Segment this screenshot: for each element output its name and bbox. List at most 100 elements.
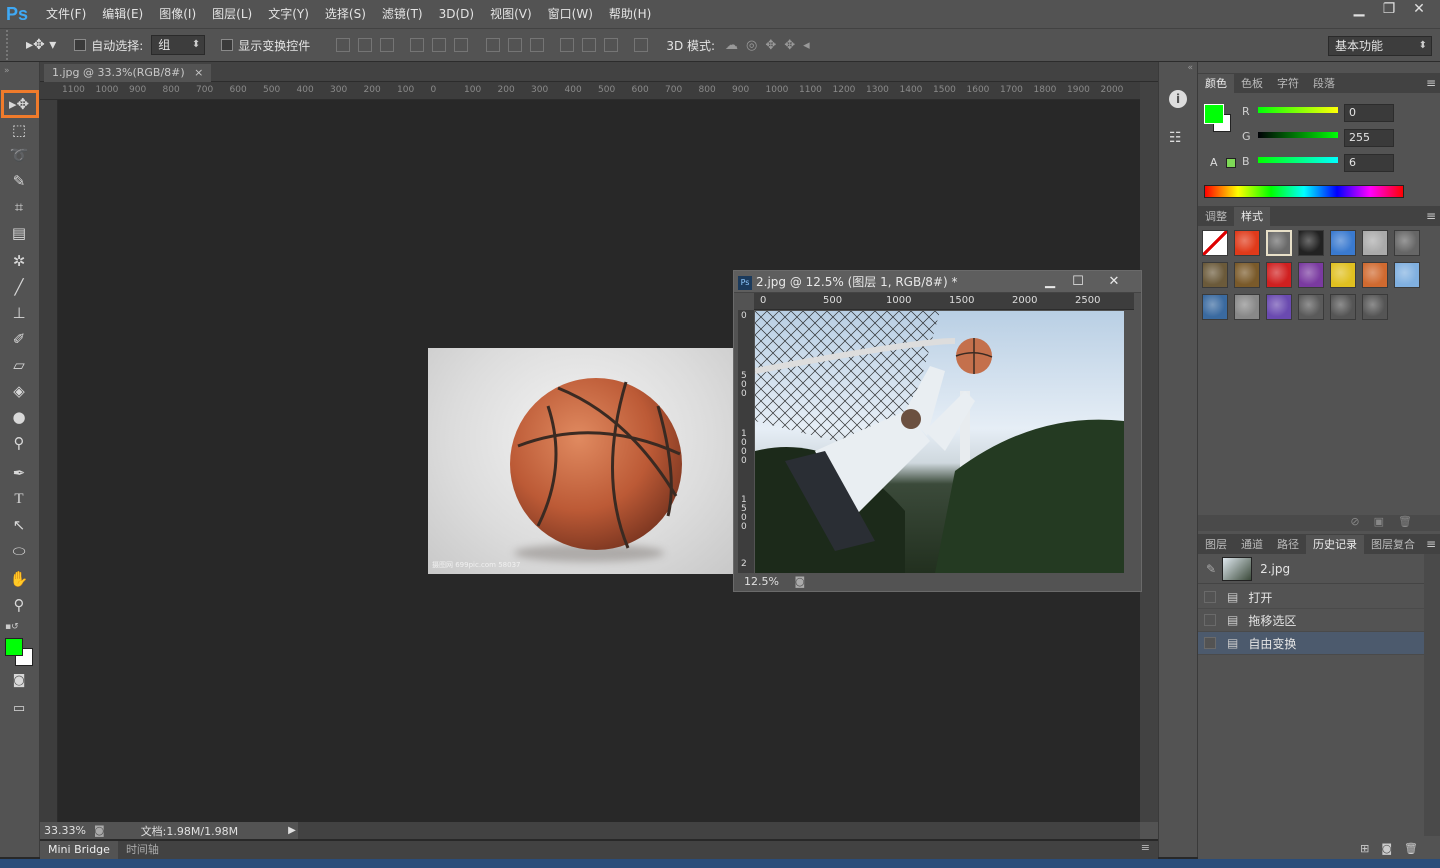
menu-item-2[interactable]: 图像(I) xyxy=(151,0,204,28)
distribute-top-icon[interactable] xyxy=(486,38,501,52)
color-spectrum-bar[interactable] xyxy=(1204,185,1404,198)
lasso-tool-icon[interactable]: ➰ xyxy=(6,144,32,166)
foreground-color-swatch[interactable] xyxy=(5,638,23,656)
distribute-bottom-icon[interactable] xyxy=(530,38,545,52)
move-tool-preset-icon[interactable]: ▸✥ ▾ xyxy=(26,37,56,53)
status-info-icon[interactable]: ◙ xyxy=(94,824,105,837)
doc2-close-button[interactable]: ✕ xyxy=(1101,273,1127,290)
menu-item-9[interactable]: 窗口(W) xyxy=(540,0,601,28)
quick-mask-icon[interactable]: ◙ xyxy=(6,670,32,692)
tab-color[interactable]: 颜色 xyxy=(1198,74,1234,93)
align-left-icon[interactable] xyxy=(410,38,425,52)
menu-item-0[interactable]: 文件(F) xyxy=(38,0,94,28)
crop-tool-icon[interactable]: ⌗ xyxy=(6,196,32,218)
show-transform-checkbox[interactable] xyxy=(221,39,234,51)
panel-fg-swatch[interactable] xyxy=(1204,104,1224,124)
screen-mode-icon[interactable]: ▭ xyxy=(6,698,32,720)
tab-channels[interactable]: 通道 xyxy=(1234,535,1270,554)
close-tab-icon[interactable]: × xyxy=(194,66,203,79)
style-swatch[interactable] xyxy=(1394,262,1420,288)
style-swatch[interactable] xyxy=(1394,230,1420,256)
distribute-vcenter-icon[interactable] xyxy=(508,38,523,52)
tab-adjustments[interactable]: 调整 xyxy=(1198,207,1234,226)
style-swatch[interactable] xyxy=(1362,294,1388,320)
vertical-scrollbar[interactable] xyxy=(1140,82,1158,822)
doc2-info-icon[interactable]: ◙ xyxy=(794,575,805,588)
style-swatch[interactable] xyxy=(1362,262,1388,288)
history-scrollbar[interactable] xyxy=(1424,554,1440,836)
style-swatch[interactable] xyxy=(1202,262,1228,288)
3d-mode-icons[interactable]: ☁◎✥✥◂ xyxy=(725,38,818,53)
style-swatch[interactable] xyxy=(1362,230,1388,256)
restore-button[interactable]: ❐ xyxy=(1374,0,1404,18)
bottom-panel-menu-icon[interactable]: ≡ xyxy=(1141,841,1150,854)
shape-tool-icon[interactable]: ⬭ xyxy=(6,540,32,562)
color-panel-menu-icon[interactable]: ≡ xyxy=(1426,74,1436,93)
auto-select-dropdown[interactable]: 组 xyxy=(151,35,206,55)
doc-tab-1[interactable]: 1.jpg @ 33.3%(RGB/8#) × xyxy=(44,64,212,82)
r-slider[interactable] xyxy=(1258,107,1338,113)
type-tool-icon[interactable]: T xyxy=(6,488,32,510)
doc2-maximize-button[interactable]: ☐ xyxy=(1065,273,1091,290)
style-swatch[interactable] xyxy=(1330,230,1356,256)
properties-panel-icon[interactable]: ☷ xyxy=(1169,130,1182,146)
styles-panel-menu-icon[interactable]: ≡ xyxy=(1426,207,1436,226)
history-snapshot-row[interactable]: ✎ 2.jpg xyxy=(1198,554,1424,584)
menu-item-4[interactable]: 文字(Y) xyxy=(260,0,317,28)
info-panel-icon[interactable]: i xyxy=(1169,90,1187,108)
auto-select-checkbox[interactable] xyxy=(74,39,87,51)
window-title-bar[interactable]: Ps 2.jpg @ 12.5% (图层 1, RGB/8#) * ▁ ☐ ✕ xyxy=(734,271,1141,293)
state-checkbox[interactable] xyxy=(1204,614,1216,626)
tab-history[interactable]: 历史记录 xyxy=(1306,535,1364,554)
tab-layer-comps[interactable]: 图层复合 xyxy=(1364,535,1422,554)
style-swatch[interactable] xyxy=(1266,262,1292,288)
menu-item-1[interactable]: 编辑(E) xyxy=(94,0,151,28)
tab-styles[interactable]: 样式 xyxy=(1234,207,1270,226)
history-brush-tool-icon[interactable]: ✐ xyxy=(6,328,32,350)
b-value[interactable]: 6 xyxy=(1344,154,1394,172)
history-state-open[interactable]: ▤ 打开 xyxy=(1198,586,1424,609)
distribute-left-icon[interactable] xyxy=(560,38,575,52)
style-swatch[interactable] xyxy=(1234,230,1260,256)
zoom-tool-icon[interactable]: ⚲ xyxy=(6,594,32,616)
brush-tool-icon[interactable]: ╱ xyxy=(6,276,32,298)
align-vcenter-icon[interactable] xyxy=(358,38,373,52)
style-swatch[interactable] xyxy=(1266,294,1292,320)
doc2-zoom-value[interactable]: 12.5% xyxy=(744,575,779,588)
style-swatch[interactable] xyxy=(1298,262,1324,288)
tab-paths[interactable]: 路径 xyxy=(1270,535,1306,554)
tab-swatches[interactable]: 色板 xyxy=(1234,74,1270,93)
style-swatch[interactable] xyxy=(1298,230,1324,256)
tab-mini-bridge[interactable]: Mini Bridge xyxy=(40,841,118,859)
path-select-tool-icon[interactable]: ↖ xyxy=(6,514,32,536)
style-swatch[interactable] xyxy=(1234,262,1260,288)
r-value[interactable]: 0 xyxy=(1344,104,1394,122)
style-swatch[interactable] xyxy=(1330,262,1356,288)
eraser-tool-icon[interactable]: ▱ xyxy=(6,354,32,376)
history-brush-icon[interactable]: ✎ xyxy=(1206,562,1216,576)
align-top-icon[interactable] xyxy=(336,38,351,52)
history-panel-menu-icon[interactable]: ≡ xyxy=(1426,535,1436,554)
menu-item-6[interactable]: 滤镜(T) xyxy=(374,0,431,28)
tab-character[interactable]: 字符 xyxy=(1270,74,1306,93)
align-hcenter-icon[interactable] xyxy=(432,38,447,52)
menu-item-5[interactable]: 选择(S) xyxy=(317,0,374,28)
document-window-2[interactable]: Ps 2.jpg @ 12.5% (图层 1, RGB/8#) * ▁ ☐ ✕ 0… xyxy=(733,270,1142,592)
history-state-drag[interactable]: ▤ 拖移选区 xyxy=(1198,609,1424,632)
stamp-tool-icon[interactable]: ⊥ xyxy=(6,302,32,324)
tab-layers[interactable]: 图层 xyxy=(1198,535,1234,554)
doc2-minimize-button[interactable]: ▁ xyxy=(1037,273,1063,290)
paint-bucket-tool-icon[interactable]: ◈ xyxy=(6,380,32,402)
style-swatch[interactable] xyxy=(1298,294,1324,320)
align-bottom-icon[interactable] xyxy=(380,38,395,52)
style-swatch[interactable] xyxy=(1202,294,1228,320)
blur-tool-icon[interactable]: ● xyxy=(6,406,32,428)
align-right-icon[interactable] xyxy=(454,38,469,52)
g-value[interactable]: 255 xyxy=(1344,129,1394,147)
close-button[interactable]: ✕ xyxy=(1404,0,1434,18)
zoom-value[interactable]: 33.33% xyxy=(44,824,94,837)
history-state-free-transform[interactable]: ▤ 自由变换 xyxy=(1198,632,1424,655)
healing-tool-icon[interactable]: ✲ xyxy=(6,250,32,272)
state-checkbox[interactable] xyxy=(1204,637,1216,649)
auto-align-icon[interactable] xyxy=(634,38,649,52)
